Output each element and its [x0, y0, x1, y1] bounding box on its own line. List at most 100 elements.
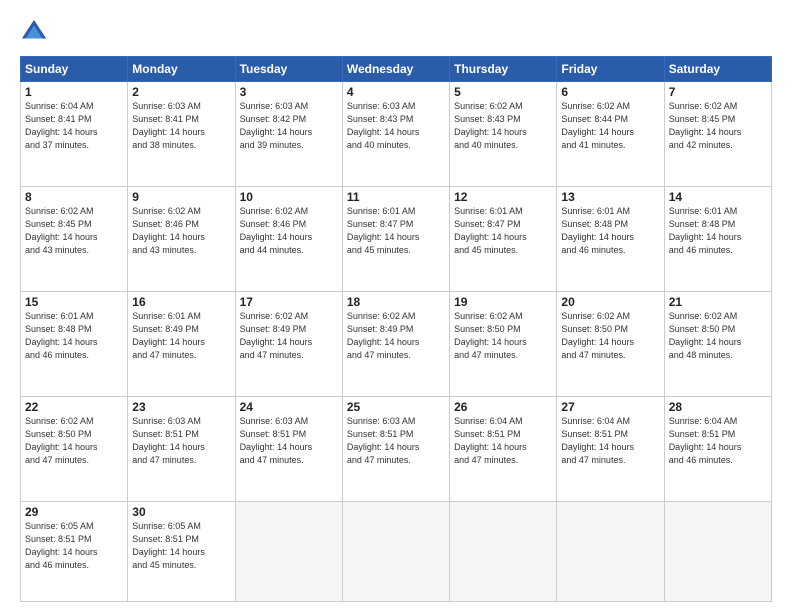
day-cell: 15Sunrise: 6:01 AM Sunset: 8:48 PM Dayli… — [21, 292, 128, 397]
day-info: Sunrise: 6:01 AM Sunset: 8:48 PM Dayligh… — [669, 205, 767, 257]
day-cell: 13Sunrise: 6:01 AM Sunset: 8:48 PM Dayli… — [557, 187, 664, 292]
day-number: 19 — [454, 295, 552, 309]
day-number: 28 — [669, 400, 767, 414]
day-number: 18 — [347, 295, 445, 309]
day-cell — [342, 502, 449, 602]
day-number: 13 — [561, 190, 659, 204]
day-number: 7 — [669, 85, 767, 99]
day-info: Sunrise: 6:01 AM Sunset: 8:49 PM Dayligh… — [132, 310, 230, 362]
week-row-5: 29Sunrise: 6:05 AM Sunset: 8:51 PM Dayli… — [21, 502, 772, 602]
day-cell: 22Sunrise: 6:02 AM Sunset: 8:50 PM Dayli… — [21, 397, 128, 502]
day-info: Sunrise: 6:02 AM Sunset: 8:50 PM Dayligh… — [454, 310, 552, 362]
day-info: Sunrise: 6:02 AM Sunset: 8:46 PM Dayligh… — [132, 205, 230, 257]
day-info: Sunrise: 6:04 AM Sunset: 8:51 PM Dayligh… — [454, 415, 552, 467]
week-row-2: 8Sunrise: 6:02 AM Sunset: 8:45 PM Daylig… — [21, 187, 772, 292]
day-info: Sunrise: 6:05 AM Sunset: 8:51 PM Dayligh… — [25, 520, 123, 572]
calendar-table: SundayMondayTuesdayWednesdayThursdayFrid… — [20, 56, 772, 602]
day-number: 17 — [240, 295, 338, 309]
day-number: 2 — [132, 85, 230, 99]
header — [20, 18, 772, 46]
day-info: Sunrise: 6:02 AM Sunset: 8:50 PM Dayligh… — [561, 310, 659, 362]
logo-icon — [20, 18, 48, 46]
day-number: 26 — [454, 400, 552, 414]
day-cell: 17Sunrise: 6:02 AM Sunset: 8:49 PM Dayli… — [235, 292, 342, 397]
day-info: Sunrise: 6:02 AM Sunset: 8:49 PM Dayligh… — [347, 310, 445, 362]
day-cell: 3Sunrise: 6:03 AM Sunset: 8:42 PM Daylig… — [235, 82, 342, 187]
weekday-tuesday: Tuesday — [235, 57, 342, 82]
day-cell: 11Sunrise: 6:01 AM Sunset: 8:47 PM Dayli… — [342, 187, 449, 292]
day-number: 1 — [25, 85, 123, 99]
day-number: 3 — [240, 85, 338, 99]
day-cell: 10Sunrise: 6:02 AM Sunset: 8:46 PM Dayli… — [235, 187, 342, 292]
day-info: Sunrise: 6:02 AM Sunset: 8:50 PM Dayligh… — [25, 415, 123, 467]
weekday-sunday: Sunday — [21, 57, 128, 82]
weekday-thursday: Thursday — [450, 57, 557, 82]
day-info: Sunrise: 6:03 AM Sunset: 8:43 PM Dayligh… — [347, 100, 445, 152]
day-number: 27 — [561, 400, 659, 414]
day-number: 16 — [132, 295, 230, 309]
day-info: Sunrise: 6:04 AM Sunset: 8:51 PM Dayligh… — [669, 415, 767, 467]
day-info: Sunrise: 6:03 AM Sunset: 8:51 PM Dayligh… — [132, 415, 230, 467]
day-info: Sunrise: 6:01 AM Sunset: 8:48 PM Dayligh… — [25, 310, 123, 362]
weekday-monday: Monday — [128, 57, 235, 82]
day-cell: 1Sunrise: 6:04 AM Sunset: 8:41 PM Daylig… — [21, 82, 128, 187]
day-cell: 27Sunrise: 6:04 AM Sunset: 8:51 PM Dayli… — [557, 397, 664, 502]
day-cell: 23Sunrise: 6:03 AM Sunset: 8:51 PM Dayli… — [128, 397, 235, 502]
week-row-4: 22Sunrise: 6:02 AM Sunset: 8:50 PM Dayli… — [21, 397, 772, 502]
day-info: Sunrise: 6:02 AM Sunset: 8:45 PM Dayligh… — [25, 205, 123, 257]
day-cell: 6Sunrise: 6:02 AM Sunset: 8:44 PM Daylig… — [557, 82, 664, 187]
logo — [20, 18, 50, 46]
day-info: Sunrise: 6:02 AM Sunset: 8:44 PM Dayligh… — [561, 100, 659, 152]
day-number: 25 — [347, 400, 445, 414]
day-number: 29 — [25, 505, 123, 519]
day-cell: 16Sunrise: 6:01 AM Sunset: 8:49 PM Dayli… — [128, 292, 235, 397]
day-cell: 28Sunrise: 6:04 AM Sunset: 8:51 PM Dayli… — [664, 397, 771, 502]
day-number: 15 — [25, 295, 123, 309]
day-number: 10 — [240, 190, 338, 204]
day-info: Sunrise: 6:03 AM Sunset: 8:41 PM Dayligh… — [132, 100, 230, 152]
day-info: Sunrise: 6:01 AM Sunset: 8:47 PM Dayligh… — [347, 205, 445, 257]
day-number: 23 — [132, 400, 230, 414]
day-info: Sunrise: 6:04 AM Sunset: 8:41 PM Dayligh… — [25, 100, 123, 152]
day-cell: 2Sunrise: 6:03 AM Sunset: 8:41 PM Daylig… — [128, 82, 235, 187]
week-row-3: 15Sunrise: 6:01 AM Sunset: 8:48 PM Dayli… — [21, 292, 772, 397]
day-number: 21 — [669, 295, 767, 309]
day-cell: 29Sunrise: 6:05 AM Sunset: 8:51 PM Dayli… — [21, 502, 128, 602]
day-cell: 7Sunrise: 6:02 AM Sunset: 8:45 PM Daylig… — [664, 82, 771, 187]
day-info: Sunrise: 6:03 AM Sunset: 8:42 PM Dayligh… — [240, 100, 338, 152]
day-number: 8 — [25, 190, 123, 204]
day-info: Sunrise: 6:04 AM Sunset: 8:51 PM Dayligh… — [561, 415, 659, 467]
day-cell — [235, 502, 342, 602]
page: SundayMondayTuesdayWednesdayThursdayFrid… — [0, 0, 792, 612]
day-number: 5 — [454, 85, 552, 99]
day-number: 22 — [25, 400, 123, 414]
day-number: 9 — [132, 190, 230, 204]
day-number: 6 — [561, 85, 659, 99]
day-info: Sunrise: 6:03 AM Sunset: 8:51 PM Dayligh… — [347, 415, 445, 467]
day-cell — [664, 502, 771, 602]
day-cell: 21Sunrise: 6:02 AM Sunset: 8:50 PM Dayli… — [664, 292, 771, 397]
weekday-friday: Friday — [557, 57, 664, 82]
week-row-1: 1Sunrise: 6:04 AM Sunset: 8:41 PM Daylig… — [21, 82, 772, 187]
day-cell: 5Sunrise: 6:02 AM Sunset: 8:43 PM Daylig… — [450, 82, 557, 187]
weekday-header-row: SundayMondayTuesdayWednesdayThursdayFrid… — [21, 57, 772, 82]
day-info: Sunrise: 6:02 AM Sunset: 8:49 PM Dayligh… — [240, 310, 338, 362]
day-cell: 26Sunrise: 6:04 AM Sunset: 8:51 PM Dayli… — [450, 397, 557, 502]
day-info: Sunrise: 6:02 AM Sunset: 8:43 PM Dayligh… — [454, 100, 552, 152]
day-cell: 19Sunrise: 6:02 AM Sunset: 8:50 PM Dayli… — [450, 292, 557, 397]
day-cell: 30Sunrise: 6:05 AM Sunset: 8:51 PM Dayli… — [128, 502, 235, 602]
day-number: 30 — [132, 505, 230, 519]
day-info: Sunrise: 6:05 AM Sunset: 8:51 PM Dayligh… — [132, 520, 230, 572]
day-cell: 12Sunrise: 6:01 AM Sunset: 8:47 PM Dayli… — [450, 187, 557, 292]
weekday-wednesday: Wednesday — [342, 57, 449, 82]
day-number: 12 — [454, 190, 552, 204]
day-cell: 25Sunrise: 6:03 AM Sunset: 8:51 PM Dayli… — [342, 397, 449, 502]
day-cell: 20Sunrise: 6:02 AM Sunset: 8:50 PM Dayli… — [557, 292, 664, 397]
day-cell: 24Sunrise: 6:03 AM Sunset: 8:51 PM Dayli… — [235, 397, 342, 502]
day-info: Sunrise: 6:02 AM Sunset: 8:46 PM Dayligh… — [240, 205, 338, 257]
day-number: 11 — [347, 190, 445, 204]
day-info: Sunrise: 6:02 AM Sunset: 8:50 PM Dayligh… — [669, 310, 767, 362]
day-number: 20 — [561, 295, 659, 309]
day-info: Sunrise: 6:02 AM Sunset: 8:45 PM Dayligh… — [669, 100, 767, 152]
day-cell: 14Sunrise: 6:01 AM Sunset: 8:48 PM Dayli… — [664, 187, 771, 292]
